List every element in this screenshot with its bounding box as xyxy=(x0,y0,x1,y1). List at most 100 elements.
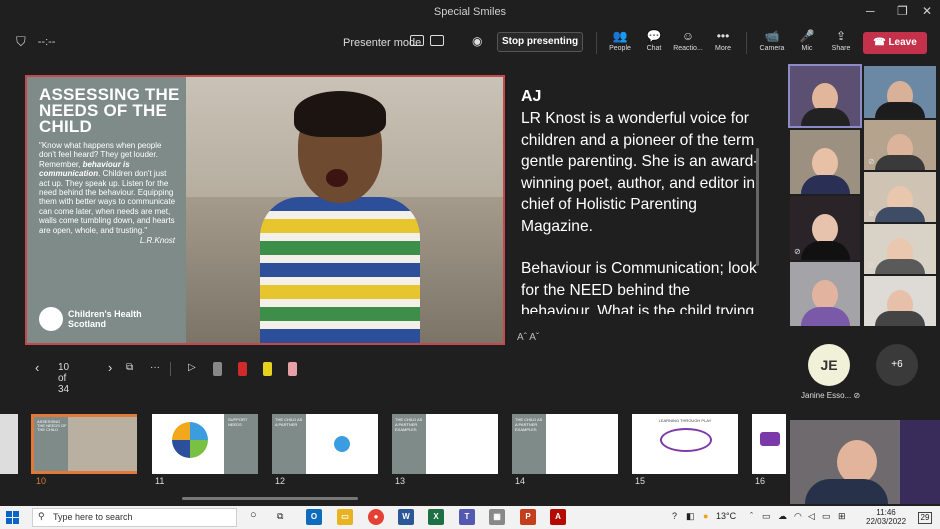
slide-thumbnail[interactable]: LEARNING THROUGH PLAY xyxy=(632,414,738,474)
calculator-icon[interactable]: ▦ xyxy=(489,509,505,525)
thumbnail-number: 13 xyxy=(395,476,406,486)
window-title: Special Smiles xyxy=(433,6,507,18)
slide-thumbnail[interactable]: THE CHILD AS A PARTNER EXAMPLES xyxy=(512,414,618,474)
participant-video-tile[interactable]: ⊘ xyxy=(864,276,936,326)
taskbar-search-input[interactable]: Type here to search xyxy=(32,508,237,527)
mic-off-icon: ⊘ xyxy=(794,247,801,256)
shield-icon: ⛉ xyxy=(16,34,26,49)
network-icon[interactable]: ▭ xyxy=(762,511,771,522)
cortana-icon[interactable]: ○ xyxy=(250,509,257,521)
eraser-icon[interactable] xyxy=(288,362,297,376)
pen-icon[interactable] xyxy=(213,362,222,376)
chrome-icon[interactable]: ● xyxy=(368,509,384,525)
notes-scrollbar[interactable] xyxy=(756,148,759,266)
slide-author: L.R.Knost xyxy=(139,236,175,246)
thumbnail-number: 14 xyxy=(515,476,526,486)
participant-video-tile[interactable]: ⊘ xyxy=(864,224,936,274)
previous-slide-icon[interactable]: ‹ xyxy=(35,360,39,375)
share-icon: ⇪ xyxy=(835,29,847,43)
teams-tray-icon[interactable]: ◧ xyxy=(686,511,695,522)
more-button[interactable]: ••• More xyxy=(703,28,743,52)
more-options-icon[interactable]: ··· xyxy=(150,362,160,373)
windows-taskbar: Type here to search ⚲ ○ ⧉ O ▭ ● W X T ▦ … xyxy=(0,506,940,529)
red-pen-icon[interactable] xyxy=(238,362,247,376)
help-icon[interactable]: ? xyxy=(672,511,677,521)
participant-video-tile[interactable]: ⊘ xyxy=(864,120,936,170)
current-slide: ASSESSING THE NEEDS OF THE CHILD "Know w… xyxy=(25,75,505,345)
acrobat-icon[interactable]: A xyxy=(550,509,566,525)
reactions-icon: ☺ xyxy=(681,29,695,43)
highlighter-icon[interactable] xyxy=(263,362,272,376)
slide-thumbnail-strip: ASSESSING THE NEEDS OF THE CHILD SUPPORT… xyxy=(0,406,786,506)
word-icon[interactable]: W xyxy=(398,509,414,525)
participant-gallery: ⊘ ⊘ ⊘ ⊘ ⊘ xyxy=(786,62,940,506)
minimize-icon[interactable]: ─ xyxy=(866,4,875,18)
page-indicator: 10 of 34 xyxy=(58,362,70,395)
excel-icon[interactable]: X xyxy=(428,509,444,525)
mic-off-icon: ⊘ xyxy=(868,209,875,218)
presenter-stage: ASSESSING THE NEEDS OF THE CHILD "Know w… xyxy=(0,62,786,406)
phone-hangup-icon: ☎ xyxy=(873,37,889,48)
slide-thumbnail[interactable]: SUPPORT NEEDS xyxy=(152,414,258,474)
title-bar: Special Smiles ─ ❐ ✕ xyxy=(0,0,940,24)
notification-count[interactable]: 29 xyxy=(918,512,932,524)
participant-video-tile[interactable] xyxy=(788,64,862,128)
pointer-icon[interactable]: ▷ xyxy=(188,362,196,373)
thumbnail-number: 10 xyxy=(36,476,47,486)
participant-avatar[interactable]: JE xyxy=(808,344,850,386)
file-explorer-icon[interactable]: ▭ xyxy=(337,509,353,525)
thumbnail-number: 12 xyxy=(275,476,286,486)
leave-button[interactable]: ☎ Leave xyxy=(863,32,927,54)
battery-icon[interactable]: ▭ xyxy=(822,511,831,522)
grid-view-icon[interactable]: ⧉ xyxy=(126,362,133,373)
notes-font-size-controls[interactable]: Aˆ Aˇ xyxy=(517,332,539,343)
slide-thumbnail[interactable]: THE CHILD AS A PARTNER xyxy=(272,414,378,474)
slide-thumbnail[interactable] xyxy=(0,414,18,474)
powerpoint-icon[interactable]: P xyxy=(520,509,536,525)
weather-icon: ● xyxy=(703,511,709,521)
wifi-icon[interactable]: ◠ xyxy=(794,511,802,522)
participant-video-tile[interactable]: ⊘ xyxy=(864,172,936,222)
eye-icon[interactable]: ◉ xyxy=(472,34,482,48)
camera-button[interactable]: 📹 Camera xyxy=(752,28,792,52)
thumbnail-number: 16 xyxy=(755,476,766,486)
camera-icon: 📹 xyxy=(764,29,780,43)
cloud-icon[interactable]: ☁ xyxy=(778,511,787,522)
presenter-mode-content-icon[interactable] xyxy=(430,35,444,46)
organisation-logo: Children's Health Scotland xyxy=(39,307,148,331)
slide-text-panel: ASSESSING THE NEEDS OF THE CHILD "Know w… xyxy=(27,77,185,343)
language-icon[interactable]: ⊞ xyxy=(838,511,846,522)
outlook-icon[interactable]: O xyxy=(306,509,322,525)
maximize-icon[interactable]: ❐ xyxy=(897,4,908,18)
participant-name: Janine Esso... ⊘ xyxy=(801,391,861,400)
slide-thumbnail-selected[interactable]: ASSESSING THE NEEDS OF THE CHILD xyxy=(31,414,137,474)
windows-start-icon[interactable] xyxy=(6,511,20,525)
more-icon: ••• xyxy=(716,29,730,43)
slide-title: ASSESSING THE NEEDS OF THE CHILD xyxy=(39,85,180,136)
speaker-notes[interactable]: AJ LR Knost is a wonderful voice for chi… xyxy=(521,88,761,314)
taskbar-clock[interactable]: 11:46 22/03/2022 xyxy=(866,508,906,526)
teams-icon[interactable]: T xyxy=(459,509,475,525)
notes-paragraph: LR Knost is a wonderful voice for childr… xyxy=(521,110,759,235)
share-button[interactable]: ⇪ Share xyxy=(821,28,861,52)
slide-thumbnail[interactable]: THE CHILD AS A PARTNER EXAMPLES xyxy=(392,414,498,474)
stop-presenting-button[interactable]: Stop presenting xyxy=(497,32,583,52)
self-video-tile[interactable] xyxy=(790,420,940,504)
participant-video-tile[interactable] xyxy=(864,66,936,118)
more-participants-button[interactable]: +6 xyxy=(876,344,918,386)
thumbnail-number: 11 xyxy=(155,476,165,486)
participant-video-tile[interactable] xyxy=(790,130,860,194)
thumbnail-scrollbar[interactable] xyxy=(182,497,358,500)
close-icon[interactable]: ✕ xyxy=(922,4,932,18)
meeting-toolbar: ⛉ --:-- Presenter mode ◉ Stop presenting… xyxy=(0,24,940,62)
volume-icon[interactable]: ◁ xyxy=(808,511,815,522)
participant-video-tile[interactable] xyxy=(790,262,860,326)
chevron-up-icon[interactable]: ˆ xyxy=(750,511,753,521)
next-slide-icon[interactable]: › xyxy=(108,360,112,375)
slide-thumbnail[interactable] xyxy=(752,414,786,474)
task-view-icon[interactable]: ⧉ xyxy=(277,511,283,522)
thumbnail-number: 15 xyxy=(635,476,646,486)
participant-video-tile[interactable]: ⊘ xyxy=(790,196,860,260)
reactions-button[interactable]: ☺ Reactio... xyxy=(668,28,708,52)
presenter-mode-standout-icon[interactable] xyxy=(410,35,424,46)
